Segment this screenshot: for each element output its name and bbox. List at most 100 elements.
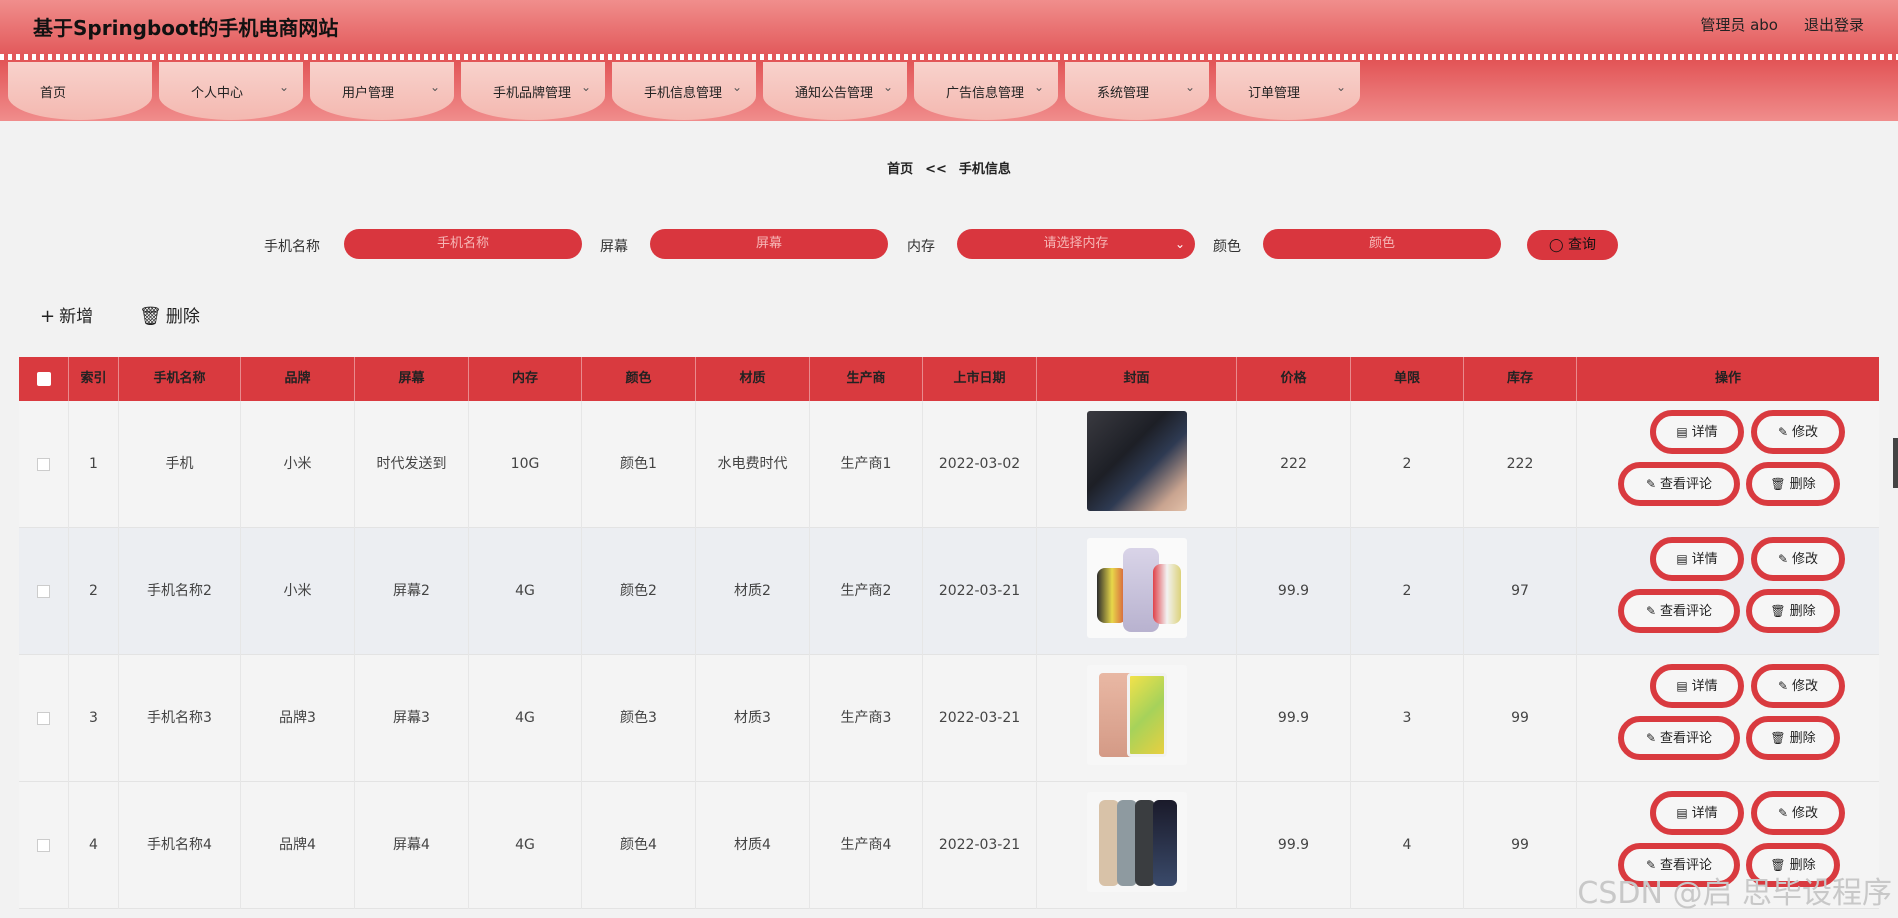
search-screen-input[interactable]: 屏幕 <box>650 229 888 259</box>
cell-stock: 97 <box>1464 528 1577 655</box>
nav-label: 订单管理 <box>1248 86 1301 101</box>
cell-brand: 品牌3 <box>241 655 355 782</box>
scrollbar-thumb[interactable] <box>1893 438 1898 488</box>
cell-color: 颜色1 <box>582 401 696 528</box>
phone-shape <box>1127 673 1167 757</box>
view-comments-button[interactable]: ✎ 查看评论 <box>1618 589 1740 633</box>
edit-button[interactable]: ✎ 修改 <box>1751 537 1845 581</box>
delete-button[interactable]: 🗑 删除 <box>1746 589 1840 633</box>
cell-memory: 4G <box>469 782 582 909</box>
logout-link[interactable]: 退出登录 <box>1804 14 1864 35</box>
checkbox[interactable] <box>37 457 50 471</box>
chevron-down-icon: ⌄ <box>429 80 440 94</box>
cell-stock: 222 <box>1464 401 1577 528</box>
row-checkbox-cell[interactable] <box>19 401 69 528</box>
column-header: 屏幕 <box>355 357 469 401</box>
cell-screen: 屏幕4 <box>355 782 469 909</box>
delete-button[interactable]: 🗑 删除 <box>1746 716 1840 760</box>
pencil-icon: ✎ <box>1777 552 1789 566</box>
delete-label: 删除 <box>1789 604 1816 619</box>
table-row: 2 手机名称2 小米 屏幕2 4G 颜色2 材质2 生产商2 2022-03-2… <box>19 528 1879 655</box>
row-checkbox-cell[interactable] <box>19 782 69 909</box>
detail-button[interactable]: ▤ 详情 <box>1650 537 1744 581</box>
delete-button[interactable]: 🗑 删除 <box>1746 462 1840 506</box>
trash-icon: 🗑 <box>139 306 162 327</box>
cell-index: 3 <box>69 655 119 782</box>
cell-price: 99.9 <box>1237 782 1351 909</box>
cell-material: 材质4 <box>696 782 810 909</box>
cell-index: 2 <box>69 528 119 655</box>
checkbox[interactable] <box>37 838 50 852</box>
search-color-input[interactable]: 颜色 <box>1263 229 1501 259</box>
phone-table: 索引 手机名称 品牌 屏幕 内存 颜色 材质 生产商 上市日期 封面 价格 单限… <box>19 357 1879 918</box>
cell-memory: 4G <box>469 528 582 655</box>
cell-cover <box>1037 528 1237 655</box>
edit-label: 修改 <box>1792 425 1819 440</box>
pencil-icon: ✎ <box>1777 806 1789 820</box>
nav-item-phone-management[interactable]: 手机信息管理 ⌄ <box>612 62 756 120</box>
nav-label: 个人中心 <box>191 86 244 101</box>
cell-color: 颜色2 <box>582 528 696 655</box>
edit-label: 修改 <box>1792 552 1819 567</box>
cell-material: 水电费时代 <box>696 401 810 528</box>
checkbox[interactable] <box>37 711 50 725</box>
phone-shape <box>1153 800 1177 886</box>
document-icon: ▤ <box>1676 552 1688 566</box>
edit-button[interactable]: ✎ 修改 <box>1751 791 1845 835</box>
detail-button[interactable]: ▤ 详情 <box>1650 410 1744 454</box>
cell-limit: 2 <box>1351 528 1464 655</box>
detail-button[interactable]: ▤ 详情 <box>1650 664 1744 708</box>
column-header: 品牌 <box>241 357 355 401</box>
column-header: 生产商 <box>810 357 923 401</box>
header-select-all[interactable] <box>19 357 69 401</box>
column-header: 索引 <box>69 357 119 401</box>
nav-item-order-management[interactable]: 订单管理 ⌄ <box>1216 62 1360 120</box>
nav-label: 手机品牌管理 <box>493 86 572 101</box>
query-button[interactable]: ◯ 查询 <box>1527 230 1618 260</box>
column-header: 材质 <box>696 357 810 401</box>
add-button[interactable]: + 新增 <box>40 302 93 327</box>
detail-label: 详情 <box>1691 425 1718 440</box>
nav-label: 广告信息管理 <box>946 86 1025 101</box>
edit-button[interactable]: ✎ 修改 <box>1751 664 1845 708</box>
nav-item-system-management[interactable]: 系统管理 ⌄ <box>1065 62 1209 120</box>
cell-screen: 屏幕3 <box>355 655 469 782</box>
edit-label: 修改 <box>1792 679 1819 694</box>
breadcrumb-home[interactable]: 首页 <box>887 162 913 177</box>
site-title: 基于Springboot的手机电商网站 <box>33 16 339 40</box>
nav-item-ad-management[interactable]: 广告信息管理 ⌄ <box>914 62 1058 120</box>
nav-label: 用户管理 <box>342 86 395 101</box>
cell-maker: 生产商2 <box>810 528 923 655</box>
search-name-input[interactable]: 手机名称 <box>344 229 582 259</box>
column-header: 上市日期 <box>923 357 1037 401</box>
nav-item-personal-center[interactable]: 个人中心 ⌄ <box>159 62 303 120</box>
nav-item-notice-management[interactable]: 通知公告管理 ⌄ <box>763 62 907 120</box>
pencil-icon: ✎ <box>1645 731 1657 745</box>
row-checkbox-cell[interactable] <box>19 528 69 655</box>
checkbox[interactable] <box>36 371 51 386</box>
current-user: 管理员 abo <box>1700 16 1778 34</box>
nav-item-brand-management[interactable]: 手机品牌管理 ⌄ <box>461 62 605 120</box>
cell-price: 99.9 <box>1237 528 1351 655</box>
view-comments-button[interactable]: ✎ 查看评论 <box>1618 716 1740 760</box>
search-memory-label: 内存 <box>907 239 935 255</box>
detail-button[interactable]: ▤ 详情 <box>1650 791 1744 835</box>
column-header: 颜色 <box>582 357 696 401</box>
cell-name: 手机名称4 <box>119 782 241 909</box>
bulk-delete-button[interactable]: 🗑 删除 <box>139 302 200 327</box>
edit-button[interactable]: ✎ 修改 <box>1751 410 1845 454</box>
search-memory-select[interactable]: 请选择内存 ⌄ <box>957 229 1195 259</box>
cell-stock: 99 <box>1464 655 1577 782</box>
nav-item-home[interactable]: 首页 <box>8 62 152 120</box>
nav-item-user-management[interactable]: 用户管理 ⌄ <box>310 62 454 120</box>
nav-label: 手机信息管理 <box>644 86 723 101</box>
chevron-down-icon: ⌄ <box>278 80 289 94</box>
column-header: 操作 <box>1577 357 1879 401</box>
document-icon: ▤ <box>1676 679 1688 693</box>
row-checkbox-cell[interactable] <box>19 655 69 782</box>
delete-label: 删除 <box>165 307 200 327</box>
trash-icon: 🗑 <box>1770 477 1786 491</box>
detail-label: 详情 <box>1691 679 1718 694</box>
checkbox[interactable] <box>37 584 50 598</box>
view-comments-button[interactable]: ✎ 查看评论 <box>1618 462 1740 506</box>
